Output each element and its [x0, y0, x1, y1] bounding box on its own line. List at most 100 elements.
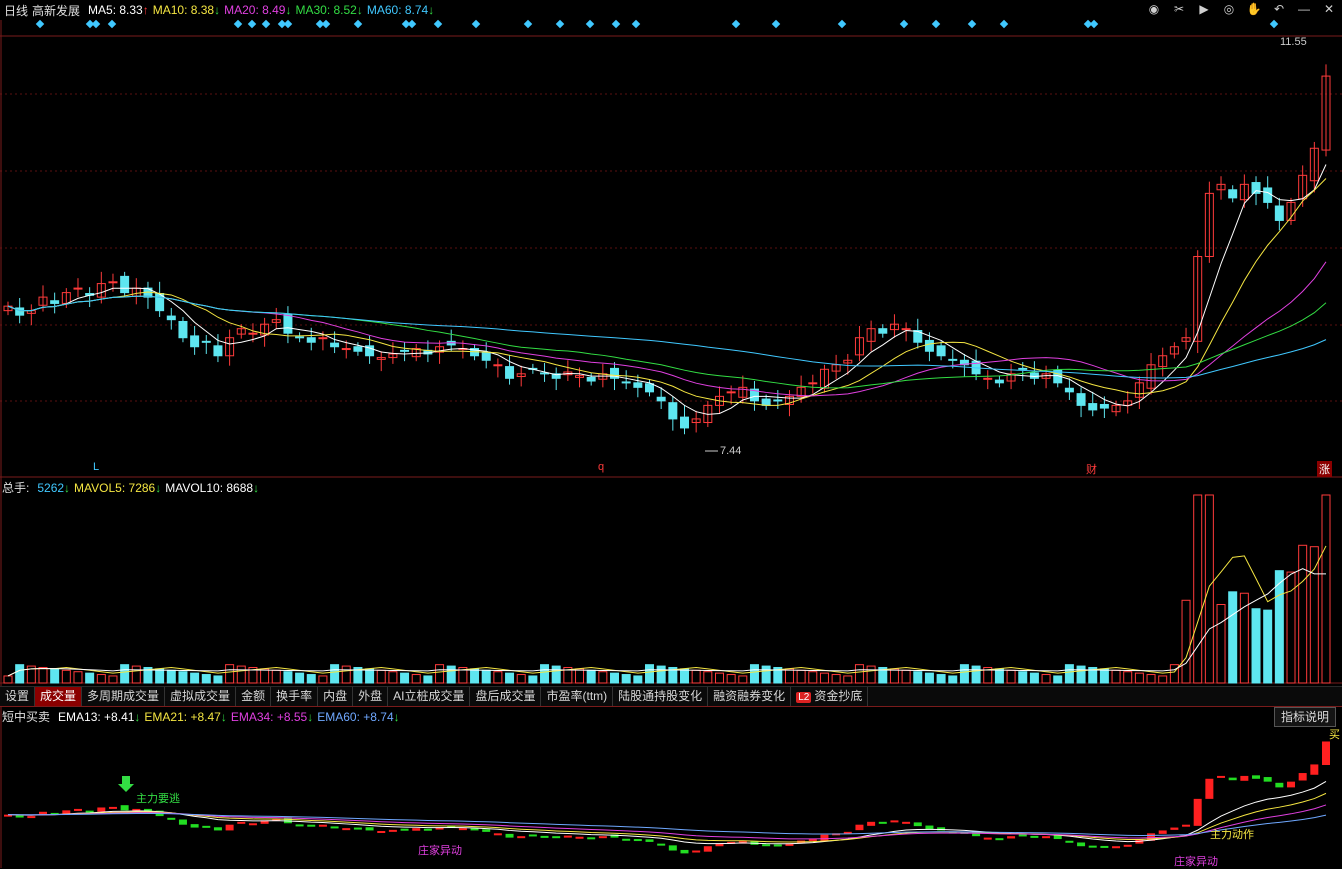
indicator-bar: [1275, 782, 1284, 788]
vol-item: 5262↓: [37, 480, 71, 495]
volume-bar: [411, 674, 421, 684]
indicator-bar: [1193, 798, 1202, 826]
indicator-bar: [890, 820, 899, 823]
ind-item: EMA13: +8.41↓: [58, 709, 141, 724]
candle-body: [166, 315, 176, 321]
candle-body: [948, 358, 958, 361]
signal-diamond: [91, 19, 101, 29]
volume-bar: [341, 665, 351, 684]
volume-bar: [656, 665, 666, 684]
volume-bar: [761, 665, 771, 684]
indicator-bar: [225, 824, 234, 831]
indicator-bar: [505, 833, 514, 838]
indicator-bar: [692, 850, 701, 853]
tab-5[interactable]: 换手率: [271, 687, 319, 706]
volume-bar: [1263, 609, 1273, 684]
candle-body: [50, 300, 60, 304]
tab-8[interactable]: AI立桩成交量: [388, 687, 471, 706]
volume-bar: [260, 668, 270, 684]
signal-diamond: [731, 19, 741, 29]
candle-body: [936, 345, 946, 357]
tab-12[interactable]: 融资融券变化: [708, 687, 792, 706]
tab-6[interactable]: 内盘: [318, 687, 354, 706]
volume-bar: [1041, 674, 1051, 684]
indicator-bar: [330, 826, 339, 829]
candle-body: [1076, 393, 1086, 406]
indicator-legend: EMA13: +8.41↓ EMA21: +8.47↓ EMA34: +8.55↓ E…: [54, 710, 400, 724]
volume-bar: [901, 669, 911, 684]
volume-bar: [726, 674, 736, 684]
indicator-bar: [1217, 775, 1226, 778]
volume-bar: [1064, 664, 1074, 684]
volume-bar: [178, 671, 188, 684]
vol-item: MAVOL10: 8688↓: [165, 480, 260, 495]
indicator-bar: [213, 827, 222, 831]
indicator-bar: [563, 835, 572, 838]
tab-9[interactable]: 盘后成交量: [470, 687, 542, 706]
indicator-bar: [587, 837, 596, 840]
candle-body: [1064, 387, 1074, 393]
volume-bar: [236, 665, 246, 684]
candle-body: [668, 402, 678, 420]
volume-bar: [271, 669, 281, 684]
indicator-bar: [878, 821, 887, 824]
annotation-buy: 买: [1329, 729, 1340, 741]
tab-13[interactable]: L2 资金抄底: [791, 687, 869, 706]
volume-bar: [108, 675, 118, 684]
candle-body: [353, 346, 363, 352]
volume-bar: [1076, 665, 1086, 684]
indicator-bar: [1042, 836, 1051, 839]
marker-q: q: [598, 461, 605, 473]
candle-body: [1228, 189, 1238, 199]
volume-bar: [505, 672, 515, 684]
volume-bar: [936, 674, 946, 684]
volume-bar: [1181, 599, 1191, 684]
tab-11[interactable]: 陆股通持股变化: [613, 687, 709, 706]
ema60-line: [7, 812, 1327, 836]
candle-body: [1251, 182, 1261, 194]
ema34-line: [7, 804, 1327, 840]
indicator-bar: [925, 825, 934, 829]
stock-chart[interactable]: [0, 0, 1342, 868]
candle-body: [493, 364, 503, 367]
volume-bar: [1169, 664, 1179, 684]
volume-bar: [213, 675, 223, 684]
volume-bar: [470, 668, 480, 684]
indicator-bar: [108, 806, 117, 809]
indicator-bar: [1263, 777, 1272, 782]
candle-body: [505, 366, 515, 379]
indicator-tab-bar: 设置 成交量 多周期成交量 虚拟成交量 金额 换手率 内盘 外盘 AI立桩成交量 盘后成交量 市盈率…: [0, 686, 1342, 707]
volume-bar: [796, 669, 806, 684]
indicator-bar: [913, 822, 922, 827]
candle-body: [283, 313, 293, 334]
tab-10[interactable]: 市盈率(ttm): [541, 687, 614, 706]
indicator-bar: [1322, 741, 1330, 766]
volume-bar: [155, 668, 165, 684]
indicator-help-button[interactable]: 指标说明: [1273, 707, 1336, 727]
signal-diamond: [283, 19, 293, 29]
indicator-bar: [657, 843, 666, 846]
indicator-bar: [1205, 778, 1214, 799]
tab-3[interactable]: 虚拟成交量: [165, 687, 237, 706]
tab-4[interactable]: 金额: [236, 687, 272, 706]
indicator-bar: [1287, 781, 1296, 788]
signal-diamond: [999, 19, 1009, 29]
indicator-bar: [668, 845, 677, 851]
tab-0[interactable]: 设置: [0, 687, 36, 706]
indicator-bar: [412, 828, 421, 831]
volume-bar: [1006, 669, 1016, 684]
indicator-bar: [1007, 836, 1016, 839]
tab-7[interactable]: 外盘: [353, 687, 389, 706]
indicator-bar: [1123, 844, 1132, 847]
tab-1[interactable]: 成交量: [35, 687, 83, 706]
volume-bar: [1251, 608, 1261, 684]
ind-item: EMA21: +8.47↓: [144, 709, 227, 724]
volume-bar: [586, 669, 596, 684]
signal-diamond: [35, 19, 45, 29]
volume-bar: [1274, 570, 1284, 684]
candle-body: [1274, 205, 1284, 221]
indicator-bar: [855, 824, 864, 831]
volume-bar: [749, 664, 759, 684]
tab-2[interactable]: 多周期成交量: [82, 687, 166, 706]
candle-body: [201, 340, 211, 343]
